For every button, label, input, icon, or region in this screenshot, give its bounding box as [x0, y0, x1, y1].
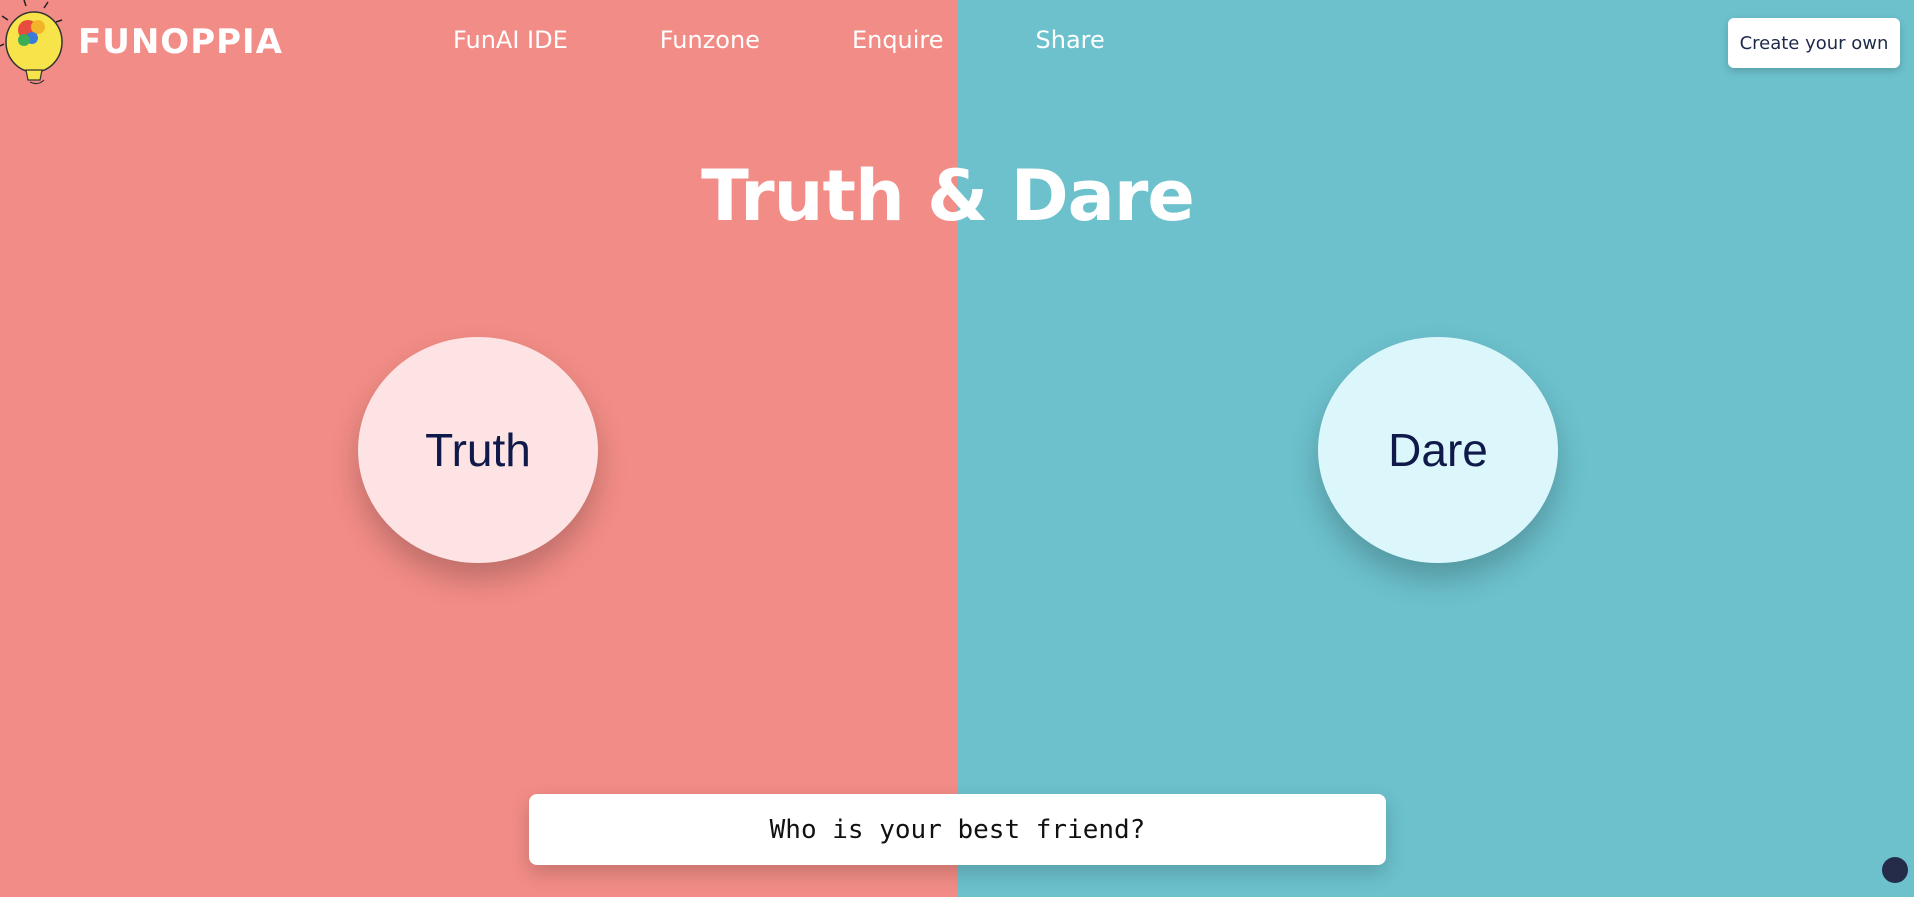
- create-your-own-button[interactable]: Create your own: [1728, 18, 1900, 68]
- nav-share[interactable]: Share: [1036, 26, 1105, 54]
- main-nav: FunAI IDE Funzone Enquire Share: [453, 26, 1197, 54]
- question-display: Who is your best friend?: [529, 794, 1386, 865]
- chat-widget-button[interactable]: [1882, 857, 1908, 883]
- nav-funzone[interactable]: Funzone: [660, 26, 760, 54]
- page-title: Truth & Dare: [701, 155, 1195, 237]
- brand-logo[interactable]: FUNOPPIA: [0, 0, 283, 90]
- truth-button[interactable]: Truth: [358, 337, 598, 563]
- nav-enquire[interactable]: Enquire: [852, 26, 944, 54]
- nav-funai-ide[interactable]: FunAI IDE: [453, 26, 568, 54]
- dare-button[interactable]: Dare: [1318, 337, 1558, 563]
- brand-name: FUNOPPIA: [78, 22, 283, 62]
- lightbulb-brain-icon: [0, 0, 74, 90]
